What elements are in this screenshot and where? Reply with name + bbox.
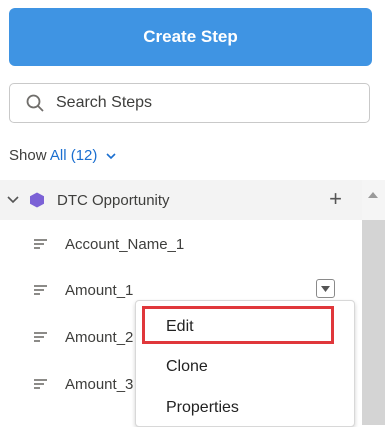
- menu-item-label: Properties: [166, 399, 239, 416]
- step-label: Amount_3: [65, 375, 134, 393]
- step-label: Amount_1: [65, 281, 134, 299]
- text-lines-icon: [34, 332, 47, 342]
- search-input[interactable]: [56, 94, 336, 112]
- menu-item-edit[interactable]: Edit: [136, 309, 354, 345]
- text-lines-icon: [34, 239, 47, 249]
- group-row-dtc-opportunity[interactable]: DTC Opportunity +: [0, 180, 362, 220]
- group-name: DTC Opportunity: [57, 191, 170, 209]
- search-icon: [26, 94, 44, 112]
- step-label: Account_Name_1: [65, 235, 185, 253]
- show-filter: Show All (12): [9, 147, 116, 164]
- menu-item-label: Edit: [166, 318, 194, 335]
- chevron-down-icon: [105, 153, 116, 160]
- search-box[interactable]: [9, 83, 370, 123]
- chevron-down-icon[interactable]: [7, 194, 19, 206]
- context-menu: Edit Clone Properties: [135, 300, 355, 427]
- hexagon-icon: [30, 192, 44, 208]
- filter-value: All (12): [49, 147, 98, 164]
- step-actions-dropdown-button[interactable]: [316, 279, 335, 298]
- scrollbar-thumb[interactable]: [362, 220, 385, 425]
- scroll-up-arrow-icon[interactable]: [368, 192, 378, 198]
- list-item[interactable]: Account_Name_1: [0, 224, 362, 264]
- text-lines-icon: [34, 285, 47, 295]
- step-label: Amount_2: [65, 328, 134, 346]
- menu-item-properties[interactable]: Properties: [136, 390, 354, 426]
- menu-item-label: Clone: [166, 358, 208, 375]
- text-lines-icon: [34, 379, 47, 389]
- add-step-button[interactable]: +: [329, 188, 342, 210]
- scrollbar[interactable]: [362, 180, 385, 425]
- create-step-button[interactable]: Create Step: [9, 8, 372, 66]
- show-label: Show: [9, 147, 47, 164]
- triangle-down-icon: [321, 285, 330, 292]
- menu-item-clone[interactable]: Clone: [136, 349, 354, 385]
- filter-dropdown[interactable]: All (12): [50, 147, 116, 164]
